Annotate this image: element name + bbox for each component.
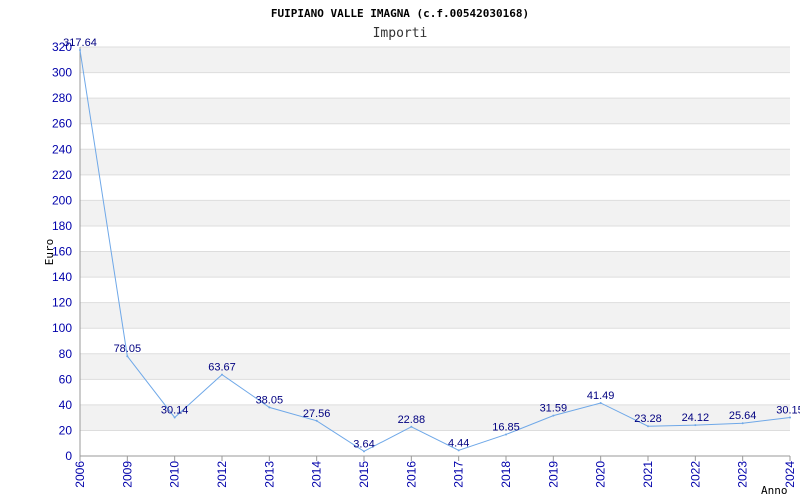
y-tick-label: 120 (52, 296, 72, 310)
x-tick-label: 2018 (499, 461, 513, 488)
x-tick-label: 2006 (73, 461, 87, 488)
data-label: 24.12 (682, 412, 710, 424)
plot-band (80, 98, 790, 124)
plot-band (80, 353, 790, 380)
y-tick-label: 20 (59, 423, 73, 437)
data-label: 63.67 (208, 362, 236, 374)
chart-subtitle: Importi (373, 26, 428, 41)
data-point (126, 355, 129, 358)
data-label: 23.28 (634, 413, 662, 425)
x-tick-label: 2009 (120, 461, 134, 488)
data-point (789, 416, 791, 419)
x-tick-label: 2023 (736, 461, 750, 488)
data-label: 30.14 (161, 404, 189, 416)
x-tick-label: 2019 (546, 461, 560, 488)
line-chart: 0204060801001201401601802002202402602803… (43, 7, 800, 497)
x-tick-labels: 2006 2009 2010 2012 2013 2014 2015 2016 2017 2018… (73, 456, 797, 488)
y-tick-label: 0 (65, 449, 72, 463)
x-tick-label: 2017 (452, 461, 466, 488)
data-label: 30.15 (776, 404, 800, 416)
data-point (694, 424, 697, 427)
data-point (315, 419, 318, 422)
data-point (505, 433, 507, 436)
x-axis-label: Anno (761, 484, 788, 497)
y-tick-label: 300 (52, 66, 72, 80)
y-tick-label: 140 (52, 270, 72, 284)
x-tick-label: 2022 (688, 461, 702, 488)
data-point (552, 414, 555, 417)
x-tick-label: 2012 (215, 461, 229, 488)
data-label: 4.44 (448, 437, 469, 449)
chart-title: FUIPIANO VALLE IMAGNA (c.f.00542030168) (271, 7, 529, 20)
plot-band (80, 251, 790, 278)
x-tick-label: 2015 (357, 461, 371, 488)
x-tick-label: 2021 (641, 461, 655, 488)
x-tick-label: 2016 (404, 461, 418, 488)
x-tick-label: 2010 (168, 461, 182, 488)
y-tick-label: 180 (52, 219, 72, 233)
plot-bands (80, 47, 790, 431)
data-label: 41.49 (587, 390, 615, 402)
data-label: 25.64 (729, 410, 757, 422)
data-label: 22.88 (398, 414, 426, 426)
data-point (221, 373, 223, 376)
y-tick-label: 200 (52, 193, 72, 207)
data-point (173, 416, 176, 419)
y-tick-label: 260 (52, 117, 72, 131)
y-tick-label: 40 (59, 398, 73, 412)
plot-band (80, 200, 790, 226)
x-tick-label: 2020 (594, 461, 608, 488)
y-tick-label: 60 (59, 372, 73, 386)
plot-band (80, 47, 790, 73)
data-point (363, 450, 365, 453)
data-point (457, 449, 460, 452)
x-tick-label: 2014 (310, 461, 324, 488)
y-tick-label: 240 (52, 142, 72, 156)
data-label: 16.85 (492, 421, 520, 433)
data-label: 317.64 (63, 37, 97, 49)
y-tick-label: 80 (59, 347, 73, 361)
x-tick-label: 2013 (262, 461, 276, 488)
data-label: 31.59 (540, 403, 568, 415)
data-point (79, 49, 81, 52)
y-tick-label: 100 (52, 321, 72, 335)
data-point (741, 422, 744, 425)
y-axis-label: Euro (43, 239, 56, 266)
data-label: 78.05 (114, 343, 142, 355)
data-point (268, 406, 271, 409)
y-tick-label: 280 (52, 91, 72, 105)
data-label: 3.64 (353, 438, 374, 450)
plot-band (80, 149, 790, 175)
plot-band (80, 302, 790, 329)
data-point (647, 425, 649, 428)
data-point (599, 401, 602, 404)
data-label: 27.56 (303, 408, 331, 420)
data-point (410, 425, 413, 428)
y-tick-label: 220 (52, 168, 72, 182)
data-label: 38.05 (256, 394, 284, 406)
